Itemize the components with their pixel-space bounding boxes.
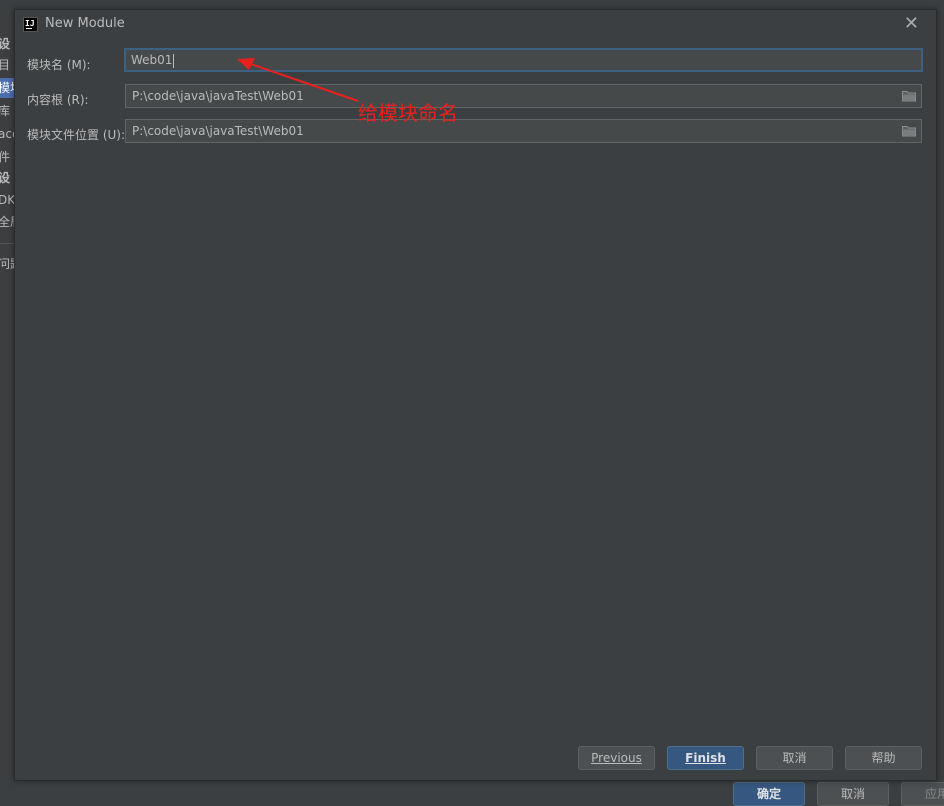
previous-button[interactable]: Previous bbox=[578, 746, 655, 770]
finish-button[interactable]: Finish bbox=[667, 746, 744, 770]
folder-icon[interactable] bbox=[902, 89, 917, 102]
content-root-input[interactable]: P:\code\java\javaTest\Web01 bbox=[125, 84, 922, 108]
parent-sidebar-item[interactable]: 全局 bbox=[0, 212, 14, 232]
parent-sidebar-item-selected[interactable]: 模块 bbox=[0, 78, 14, 98]
parent-sidebar-item[interactable]: 目 bbox=[0, 55, 14, 75]
help-button[interactable]: 帮助 bbox=[845, 746, 922, 770]
parent-ok-button[interactable]: 确定 bbox=[733, 782, 805, 806]
content-root-label: 内容根 (R): bbox=[27, 93, 89, 107]
module-file-input[interactable]: P:\code\java\javaTest\Web01 bbox=[125, 119, 922, 143]
module-name-label: 模块名 (M): bbox=[27, 58, 91, 72]
parent-sidebar-item[interactable]: 库 bbox=[0, 101, 14, 121]
cancel-button[interactable]: 取消 bbox=[756, 746, 833, 770]
parent-sidebar: 设 目 模块 库 acet 件 设 DK 全局 问题 bbox=[0, 0, 14, 806]
module-file-label: 模块文件位置 (U): bbox=[27, 128, 126, 142]
parent-sidebar-divider bbox=[0, 243, 14, 244]
module-name-value: Web01 bbox=[131, 53, 173, 67]
parent-apply-button[interactable]: 应用 bbox=[901, 782, 944, 806]
parent-sidebar-item[interactable]: 件 bbox=[0, 147, 14, 167]
intellij-app-icon: IJ bbox=[23, 17, 38, 32]
annotation-arrow bbox=[237, 58, 359, 102]
folder-icon[interactable] bbox=[902, 124, 917, 137]
parent-sidebar-item[interactable]: 问题 bbox=[0, 254, 14, 274]
module-file-value: P:\code\java\javaTest\Web01 bbox=[132, 124, 304, 138]
previous-button-label: Previous bbox=[591, 751, 642, 765]
new-module-dialog: IJ New Module ✕ 模块名 (M): Web01 内容根 (R): … bbox=[14, 9, 937, 781]
annotation-text: 给模块命名 bbox=[358, 101, 458, 125]
parent-sidebar-item[interactable]: 设 bbox=[0, 168, 14, 188]
module-name-input[interactable]: Web01 bbox=[124, 48, 923, 72]
parent-cancel-button[interactable]: 取消 bbox=[817, 782, 889, 806]
dialog-title: New Module bbox=[45, 16, 125, 31]
content-root-value: P:\code\java\javaTest\Web01 bbox=[132, 89, 304, 103]
finish-button-label: Finish bbox=[685, 751, 726, 765]
parent-sidebar-item[interactable]: 设 bbox=[0, 34, 14, 54]
parent-window-top bbox=[14, 0, 944, 9]
dialog-title-bar[interactable]: IJ New Module ✕ bbox=[15, 10, 936, 38]
text-caret bbox=[173, 53, 175, 68]
close-icon[interactable]: ✕ bbox=[904, 14, 919, 34]
parent-sidebar-item[interactable]: DK bbox=[0, 190, 14, 210]
parent-sidebar-item[interactable]: acet bbox=[0, 124, 14, 144]
